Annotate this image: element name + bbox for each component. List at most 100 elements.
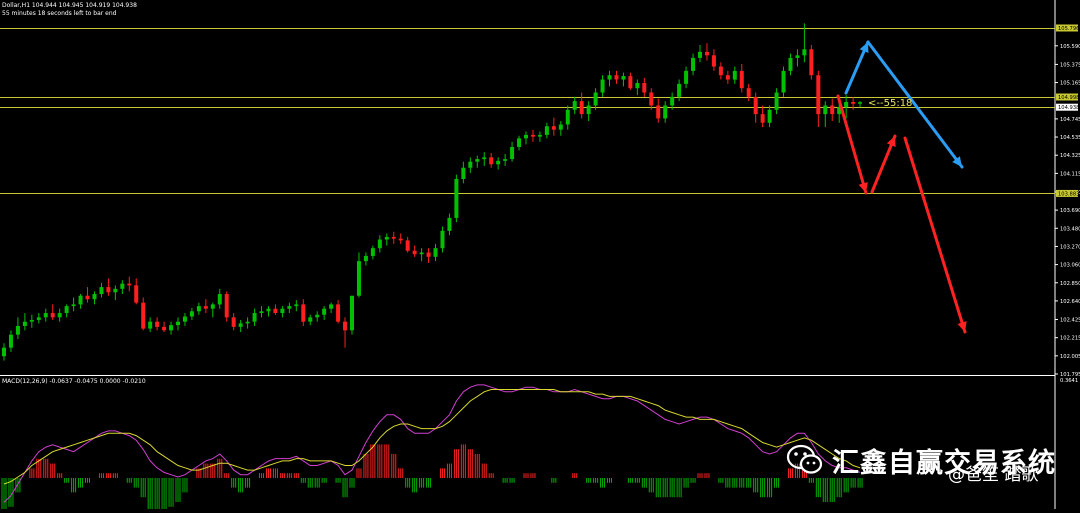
candle-body [176,321,180,326]
y-tick-label: 105.590 [1060,44,1080,50]
candle-body [760,114,765,123]
y-tick-label: 102.005 [1060,354,1080,360]
candle-body [315,314,320,318]
candle-body [134,285,139,303]
candle-body [544,126,549,135]
candle-body [628,76,633,89]
y-tick-label: 105.165 [1060,81,1080,87]
candle-body [718,66,723,76]
candle-body [336,304,341,322]
candle-body [823,105,828,115]
candle-body [412,250,417,255]
candle-body [809,49,814,76]
y-tick-label: 104.745 [1060,117,1080,123]
candle-body [259,311,264,314]
candle-body [189,311,194,317]
candle-body [517,138,522,147]
candle-body [593,92,598,106]
candle-body [677,83,682,97]
candle-body [356,261,361,296]
candle-body [106,287,111,293]
price-label-text: 104.938 [1058,105,1079,111]
candle-body [537,134,542,137]
candle-body [489,157,494,165]
candle-body [343,321,348,331]
candle-body [231,317,236,327]
candle-body [398,238,403,241]
candle-body [802,49,807,56]
candle-body [2,347,6,357]
candle-body [162,326,167,331]
candle-body [503,159,508,161]
wechat-icon [786,444,823,474]
candle-body [182,316,187,322]
y-tick-label: 103.270 [1060,244,1080,250]
candle-body [565,109,570,125]
y-tick-label: 102.640 [1060,299,1080,305]
y-tick-label: 105.375 [1060,62,1080,68]
candle-body [148,321,153,329]
candle-body [844,102,849,108]
price-chart[interactable]: 105.590 105.375 105.165 104.745 104.535 104.3… [0,0,1080,513]
candle-body [294,304,299,307]
price-label-text: 105.796 [1058,26,1079,32]
symbol-header: Dollar,H1 104.944 104.945 104.919 104.93… [2,2,137,9]
y-tick-label: 104.535 [1060,135,1080,141]
candle-body [405,240,410,251]
candle-body [252,313,257,322]
candle-body [746,88,751,97]
candle-body [461,167,466,179]
candle-body [287,306,292,309]
candle-body [329,304,334,309]
candle-body [433,248,438,257]
candle-body [496,160,501,165]
candle-body [704,51,709,56]
candle-body [698,51,702,58]
candle [350,295,354,335]
candle-body [621,76,626,80]
candle-body [15,326,20,335]
y-tick-label: 104.115 [1060,171,1080,177]
candle-body [524,134,528,139]
candle-body [8,334,13,348]
candle-body [614,75,619,80]
candle-body [57,313,62,318]
candle [454,174,459,223]
price-label: 105.796 [1056,24,1079,32]
candle-body [795,55,800,58]
watermark-author: @爸笙 踏歌 [948,465,1039,485]
candle-body [280,308,285,314]
candle-body [78,295,83,305]
candle-body [203,306,208,309]
candle-body [475,159,480,162]
candle-body [301,304,306,322]
candle-body [510,146,515,160]
candle-body [851,102,856,104]
countdown-header: 55 minutes 18 seconds left to bar end [2,10,117,17]
price-label: 104.938 [1056,103,1079,111]
candle-body [210,304,215,309]
candle-body [363,255,368,262]
candle-body [238,323,243,327]
candle-body [426,252,431,257]
price-label: 104.998 [1056,93,1079,101]
candle-body [64,306,69,314]
chart-root: 105.590 105.375 105.165 104.745 104.535 104.3… [0,0,1080,513]
candle-body [656,105,661,119]
candle-body [217,294,222,305]
candle-body [781,70,786,93]
candle-body [691,57,696,71]
candle-body [92,294,97,300]
candle-body [482,157,487,160]
candle-body [377,239,382,249]
candle-body [155,321,160,327]
candle-body [71,304,76,307]
candle-body [551,126,556,130]
candle-body [454,178,459,218]
price-pane [0,0,1080,509]
price-label: 103.883 [1056,189,1079,197]
candle-body [85,295,90,300]
candle-body [468,161,473,168]
candle-body [788,57,793,71]
candle-body [350,295,354,331]
